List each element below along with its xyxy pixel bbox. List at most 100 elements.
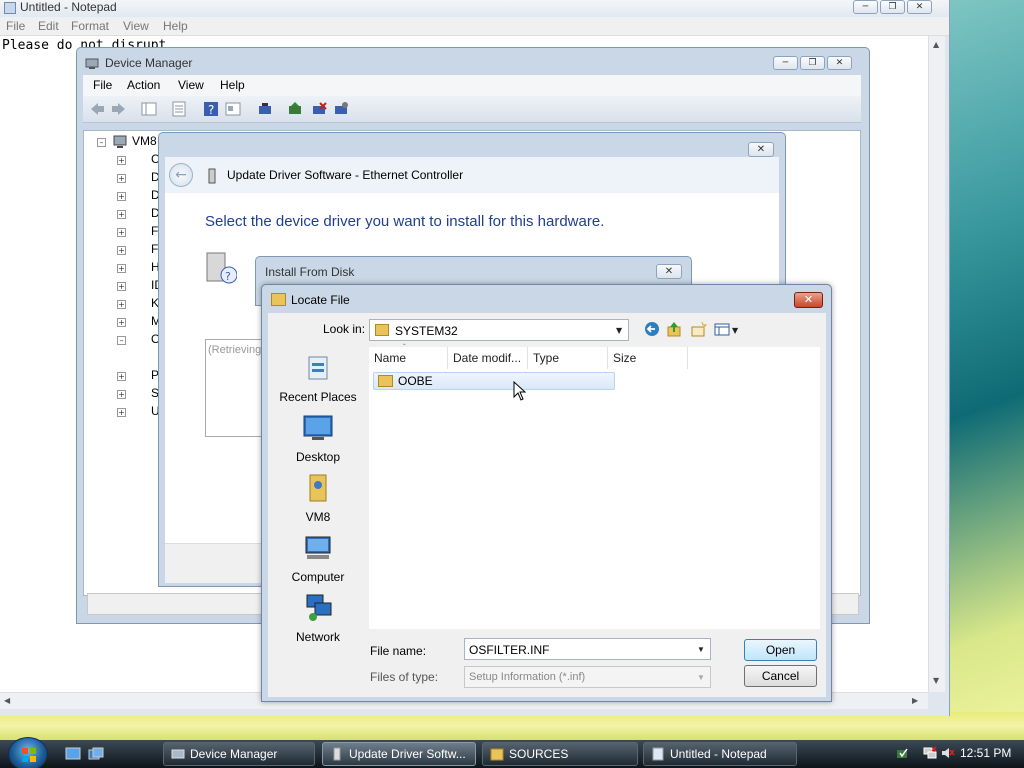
clock[interactable]: 12:51 PM	[960, 746, 1011, 760]
safely-remove-hardware-icon[interactable]	[895, 746, 909, 760]
mouse-cursor-icon	[513, 381, 527, 401]
menu-format[interactable]: Format	[71, 19, 109, 33]
menu-help[interactable]: Help	[220, 78, 245, 92]
scroll-down-icon[interactable]: ▼	[933, 676, 939, 685]
scroll-up-icon[interactable]: ▲	[933, 40, 939, 49]
column-header-size[interactable]: Size	[608, 347, 688, 369]
device-manager-icon	[171, 749, 185, 759]
tree-expand-icon[interactable]: +	[117, 318, 126, 327]
look-in-dropdown[interactable]: SYSTEM32 ▼	[369, 319, 629, 341]
list-item[interactable]: OOBE	[373, 372, 615, 390]
tree-expand-icon[interactable]: +	[117, 246, 126, 255]
tree-expand-icon[interactable]: +	[117, 390, 126, 399]
tree-collapse-icon[interactable]: –	[117, 336, 126, 345]
help-icon[interactable]: ?	[203, 101, 219, 117]
file-name-input[interactable]: OSFILTER.INF ▼	[464, 638, 711, 660]
column-header-name[interactable]: Name ˆ	[369, 343, 448, 369]
menu-help[interactable]: Help	[163, 19, 188, 33]
up-folder-icon[interactable]	[666, 321, 683, 338]
close-button[interactable]: ✕	[794, 292, 823, 308]
scroll-right-icon[interactable]: ▶	[912, 696, 918, 705]
menu-file[interactable]: File	[93, 78, 112, 92]
minimize-button[interactable]: ─	[773, 56, 798, 70]
cancel-button[interactable]: Cancel	[744, 665, 817, 687]
close-button[interactable]: ✕	[748, 142, 774, 157]
files-of-type-dropdown[interactable]: Setup Information (*.inf) ▼	[464, 666, 711, 688]
place-recent-places[interactable]: Recent Places	[270, 353, 366, 404]
taskbar-button-notepad[interactable]: Untitled - Notepad	[643, 742, 797, 766]
maximize-button[interactable]: ❐	[880, 0, 905, 14]
scroll-left-icon[interactable]: ◀	[4, 696, 10, 705]
switch-windows-icon[interactable]	[88, 747, 104, 761]
place-label: Network	[295, 630, 340, 644]
chevron-down-icon[interactable]: ▼	[732, 326, 738, 335]
properties-pane-icon[interactable]	[141, 101, 157, 117]
chevron-down-icon[interactable]: ▼	[697, 645, 705, 654]
start-button[interactable]	[8, 737, 48, 768]
column-header-type[interactable]: Type	[528, 347, 608, 369]
tree-expand-icon[interactable]: +	[117, 210, 126, 219]
show-desktop-icon[interactable]	[65, 747, 81, 761]
volume-muted-icon[interactable]	[941, 746, 955, 760]
menu-view[interactable]: View	[123, 19, 149, 33]
uninstall-device-icon[interactable]	[311, 101, 327, 117]
tree-expand-icon[interactable]: +	[117, 174, 126, 183]
chevron-down-icon[interactable]: ▼	[697, 673, 705, 682]
column-header-label: Date modif...	[453, 351, 522, 365]
notepad-titlebar[interactable]: Untitled - Notepad ─ ❐ ✕	[0, 0, 949, 17]
back-arrow-icon[interactable]: ←	[169, 163, 193, 187]
menu-view[interactable]: View	[178, 78, 204, 92]
place-vm8[interactable]: VM8	[270, 473, 366, 524]
place-desktop[interactable]: Desktop	[270, 413, 366, 464]
tree-collapse-icon[interactable]: –	[97, 138, 106, 147]
device-view-icon[interactable]	[225, 101, 241, 117]
tree-expand-icon[interactable]: +	[117, 156, 126, 165]
menu-action[interactable]: Action	[127, 78, 160, 92]
driver-list[interactable]: (Retrieving	[205, 339, 265, 437]
forward-arrow-icon[interactable]	[111, 101, 127, 117]
folder-icon	[375, 324, 389, 336]
views-menu-icon[interactable]	[714, 321, 731, 338]
tree-expand-icon[interactable]: +	[117, 192, 126, 201]
back-icon[interactable]	[644, 321, 661, 338]
tree-expand-icon[interactable]: +	[117, 372, 126, 381]
open-button[interactable]: Open	[744, 639, 817, 661]
driver-disk-icon: ?	[206, 252, 237, 284]
close-button[interactable]: ✕	[907, 0, 932, 14]
close-button[interactable]: ✕	[656, 264, 682, 279]
tree-expand-icon[interactable]: +	[117, 300, 126, 309]
back-arrow-icon[interactable]	[89, 101, 105, 117]
notepad-icon	[4, 2, 16, 14]
menu-edit[interactable]: Edit	[38, 19, 59, 33]
vertical-scrollbar[interactable]: ▲ ▼	[928, 36, 945, 692]
tree-expand-icon[interactable]: +	[117, 282, 126, 291]
update-driver-icon[interactable]	[287, 101, 303, 117]
network-status-icon[interactable]	[923, 746, 937, 760]
tree-root-label[interactable]: VM8	[132, 134, 157, 148]
tree-expand-icon[interactable]: +	[117, 264, 126, 273]
taskbar-button-sources[interactable]: SOURCES	[482, 742, 638, 766]
place-computer[interactable]: Computer	[270, 533, 366, 584]
notepad-menubar: File Edit Format View Help	[0, 17, 949, 36]
new-folder-icon[interactable]	[690, 321, 707, 338]
notepad-icon	[652, 747, 664, 761]
tree-expand-icon[interactable]: +	[117, 408, 126, 417]
taskbar-button-label: Untitled - Notepad	[670, 747, 767, 761]
locate-file-dialog: Locate File ✕ Look in: SYSTEM32 ▼ ▼ Rece…	[261, 284, 832, 702]
list-view-icon[interactable]	[171, 101, 187, 117]
maximize-button[interactable]: ❐	[800, 56, 825, 70]
close-button[interactable]: ✕	[827, 56, 852, 70]
places-bar: Recent Places Desktop VM8 Computer Netwo…	[270, 347, 366, 644]
taskbar-button-update-driver[interactable]: Update Driver Softw...	[322, 742, 476, 766]
disable-device-icon[interactable]	[333, 101, 349, 117]
file-list[interactable]: Name ˆ Date modif... Type Size OOBE	[369, 343, 820, 629]
tree-expand-icon[interactable]: +	[117, 228, 126, 237]
taskbar-button-device-manager[interactable]: Device Manager	[163, 742, 315, 766]
files-of-type-value: Setup Information (*.inf)	[469, 671, 586, 683]
menu-file[interactable]: File	[6, 19, 25, 33]
place-network[interactable]: Network	[270, 593, 366, 644]
scan-hardware-icon[interactable]	[257, 101, 273, 117]
chevron-down-icon[interactable]: ▼	[616, 326, 622, 335]
column-header-date[interactable]: Date modif...	[448, 347, 528, 369]
minimize-button[interactable]: ─	[853, 0, 878, 14]
